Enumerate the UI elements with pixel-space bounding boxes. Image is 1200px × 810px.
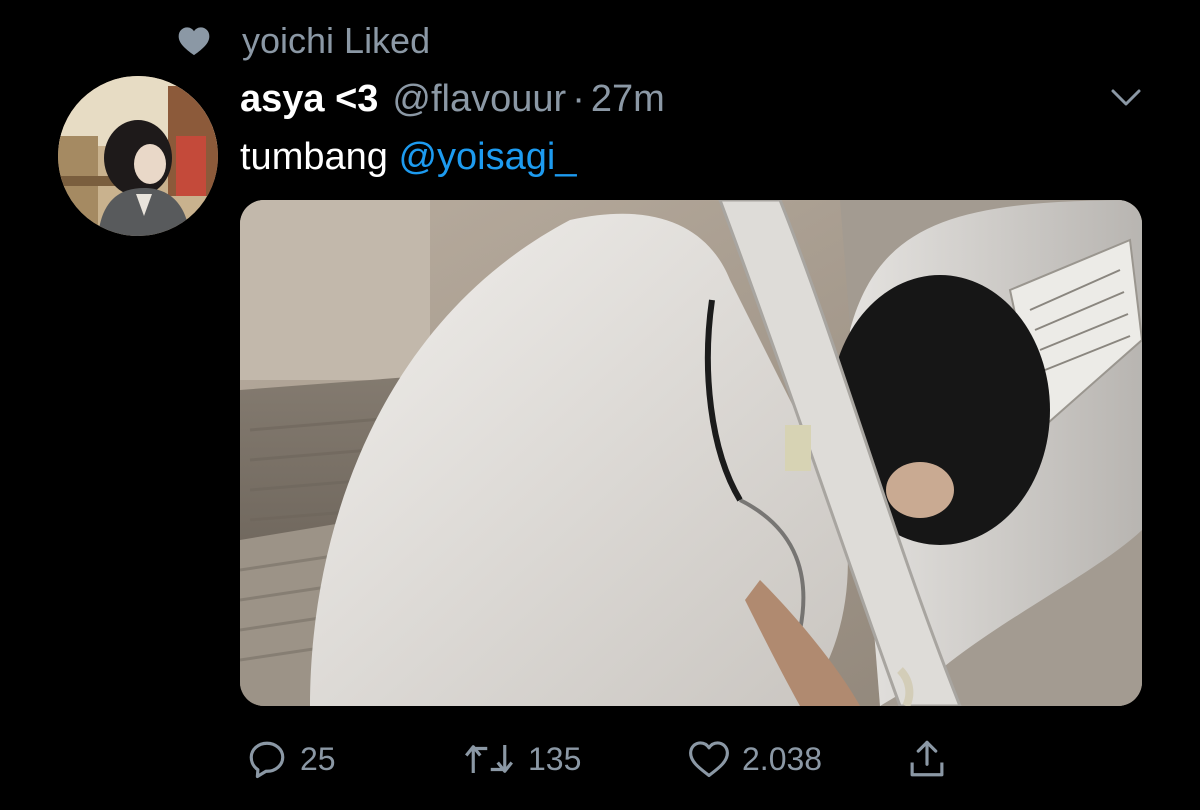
- share-icon: [906, 738, 948, 780]
- social-context[interactable]: yoichi Liked: [176, 20, 430, 62]
- share-button[interactable]: [906, 734, 948, 784]
- heart-filled-icon: [176, 23, 212, 59]
- like-count: 2.038: [742, 740, 823, 777]
- tweet-photo[interactable]: [240, 200, 1142, 706]
- tweet-header: asya <3 @flavouur · 27m: [240, 76, 665, 122]
- retweet-icon: [462, 738, 516, 780]
- separator-dot: ·: [572, 77, 585, 120]
- chevron-down-icon[interactable]: [1104, 80, 1148, 116]
- user-handle[interactable]: @flavouur: [392, 78, 566, 121]
- retweet-count: 135: [528, 740, 582, 777]
- display-name[interactable]: asya <3: [240, 78, 378, 121]
- avatar[interactable]: [58, 76, 218, 236]
- tweet-text: tumbang @yoisagi_: [240, 136, 576, 179]
- reply-button[interactable]: 25: [246, 734, 336, 784]
- reply-count: 25: [300, 740, 336, 777]
- action-bar: 25 135 2.038: [0, 734, 1200, 784]
- reply-icon: [246, 738, 288, 780]
- timestamp[interactable]: 27m: [591, 78, 665, 121]
- social-context-label: yoichi Liked: [242, 20, 431, 61]
- tweet-text-plain: tumbang: [240, 136, 399, 178]
- like-button[interactable]: 2.038: [688, 734, 822, 784]
- mention-link[interactable]: @yoisagi_: [398, 136, 576, 178]
- heart-outline-icon: [688, 739, 730, 779]
- retweet-button[interactable]: 135: [462, 734, 581, 784]
